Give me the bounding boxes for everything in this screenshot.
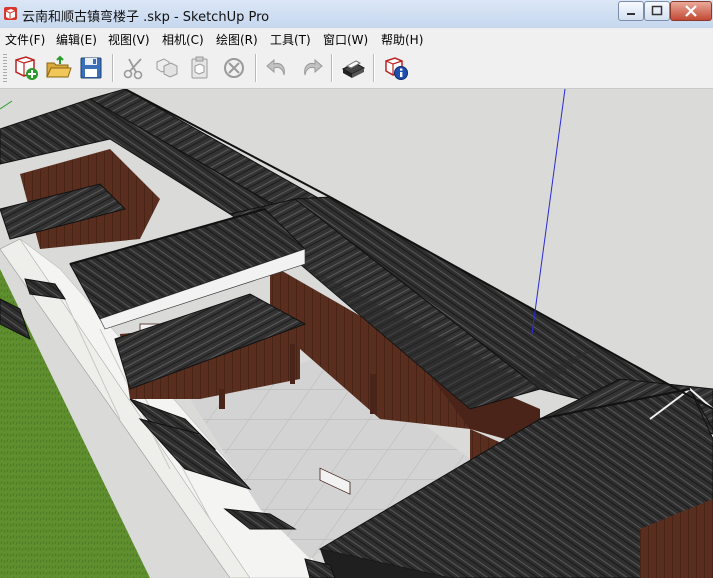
toolbar-separator <box>373 54 375 82</box>
menu-tools[interactable]: 工具(T) <box>270 31 311 48</box>
erase-button[interactable] <box>220 54 248 82</box>
new-file-icon <box>15 56 38 80</box>
save-disk-icon <box>80 57 102 79</box>
maximize-icon <box>651 5 663 16</box>
model-info-icon <box>385 57 408 80</box>
open-button[interactable] <box>44 54 72 82</box>
print-button[interactable] <box>339 54 367 82</box>
save-button[interactable] <box>77 54 105 82</box>
menu-help[interactable]: 帮助(H) <box>381 31 423 48</box>
model-3d-render <box>0 89 713 578</box>
toolbar-grip[interactable] <box>3 54 7 82</box>
minimize-icon <box>627 13 635 15</box>
paste-icon <box>191 56 208 79</box>
close-icon <box>685 5 697 17</box>
undo-button[interactable] <box>264 54 292 82</box>
erase-icon <box>224 58 244 78</box>
new-button[interactable] <box>12 54 40 82</box>
paste-button[interactable] <box>186 54 214 82</box>
redo-button[interactable] <box>297 54 325 82</box>
undo-icon <box>266 58 285 76</box>
model-info-button[interactable] <box>382 54 410 82</box>
minimize-button[interactable] <box>618 1 644 21</box>
menu-window[interactable]: 窗口(W) <box>323 31 368 48</box>
menu-edit[interactable]: 编辑(E) <box>56 31 97 48</box>
close-button[interactable] <box>670 1 712 21</box>
model-viewport[interactable] <box>0 89 713 578</box>
print-icon <box>341 60 366 78</box>
window-title: 云南和顺古镇弯楼子 .skp - SketchUp Pro <box>22 10 270 25</box>
cut-button[interactable] <box>120 54 148 82</box>
redo-icon <box>304 58 323 76</box>
copy-icon <box>156 58 178 78</box>
menu-camera[interactable]: 相机(C) <box>162 31 204 48</box>
toolbar-separator <box>331 54 333 82</box>
open-folder-icon <box>46 55 72 78</box>
menu-bar: 文件(F) 编辑(E) 视图(V) 相机(C) 绘图(R) 工具(T) 窗口(W… <box>0 28 713 48</box>
maximize-button[interactable] <box>644 1 670 21</box>
toolbar-separator <box>112 54 114 82</box>
cut-scissors-icon <box>123 58 143 80</box>
copy-button[interactable] <box>153 54 181 82</box>
menu-file[interactable]: 文件(F) <box>5 31 45 48</box>
sketchup-logo-icon <box>4 7 17 20</box>
title-bar: 云南和顺古镇弯楼子 .skp - SketchUp Pro <box>0 0 713 29</box>
menu-view[interactable]: 视图(V) <box>108 31 150 48</box>
toolbar-separator <box>255 54 257 82</box>
menu-draw[interactable]: 绘图(R) <box>216 31 258 48</box>
standard-toolbar <box>0 48 713 89</box>
